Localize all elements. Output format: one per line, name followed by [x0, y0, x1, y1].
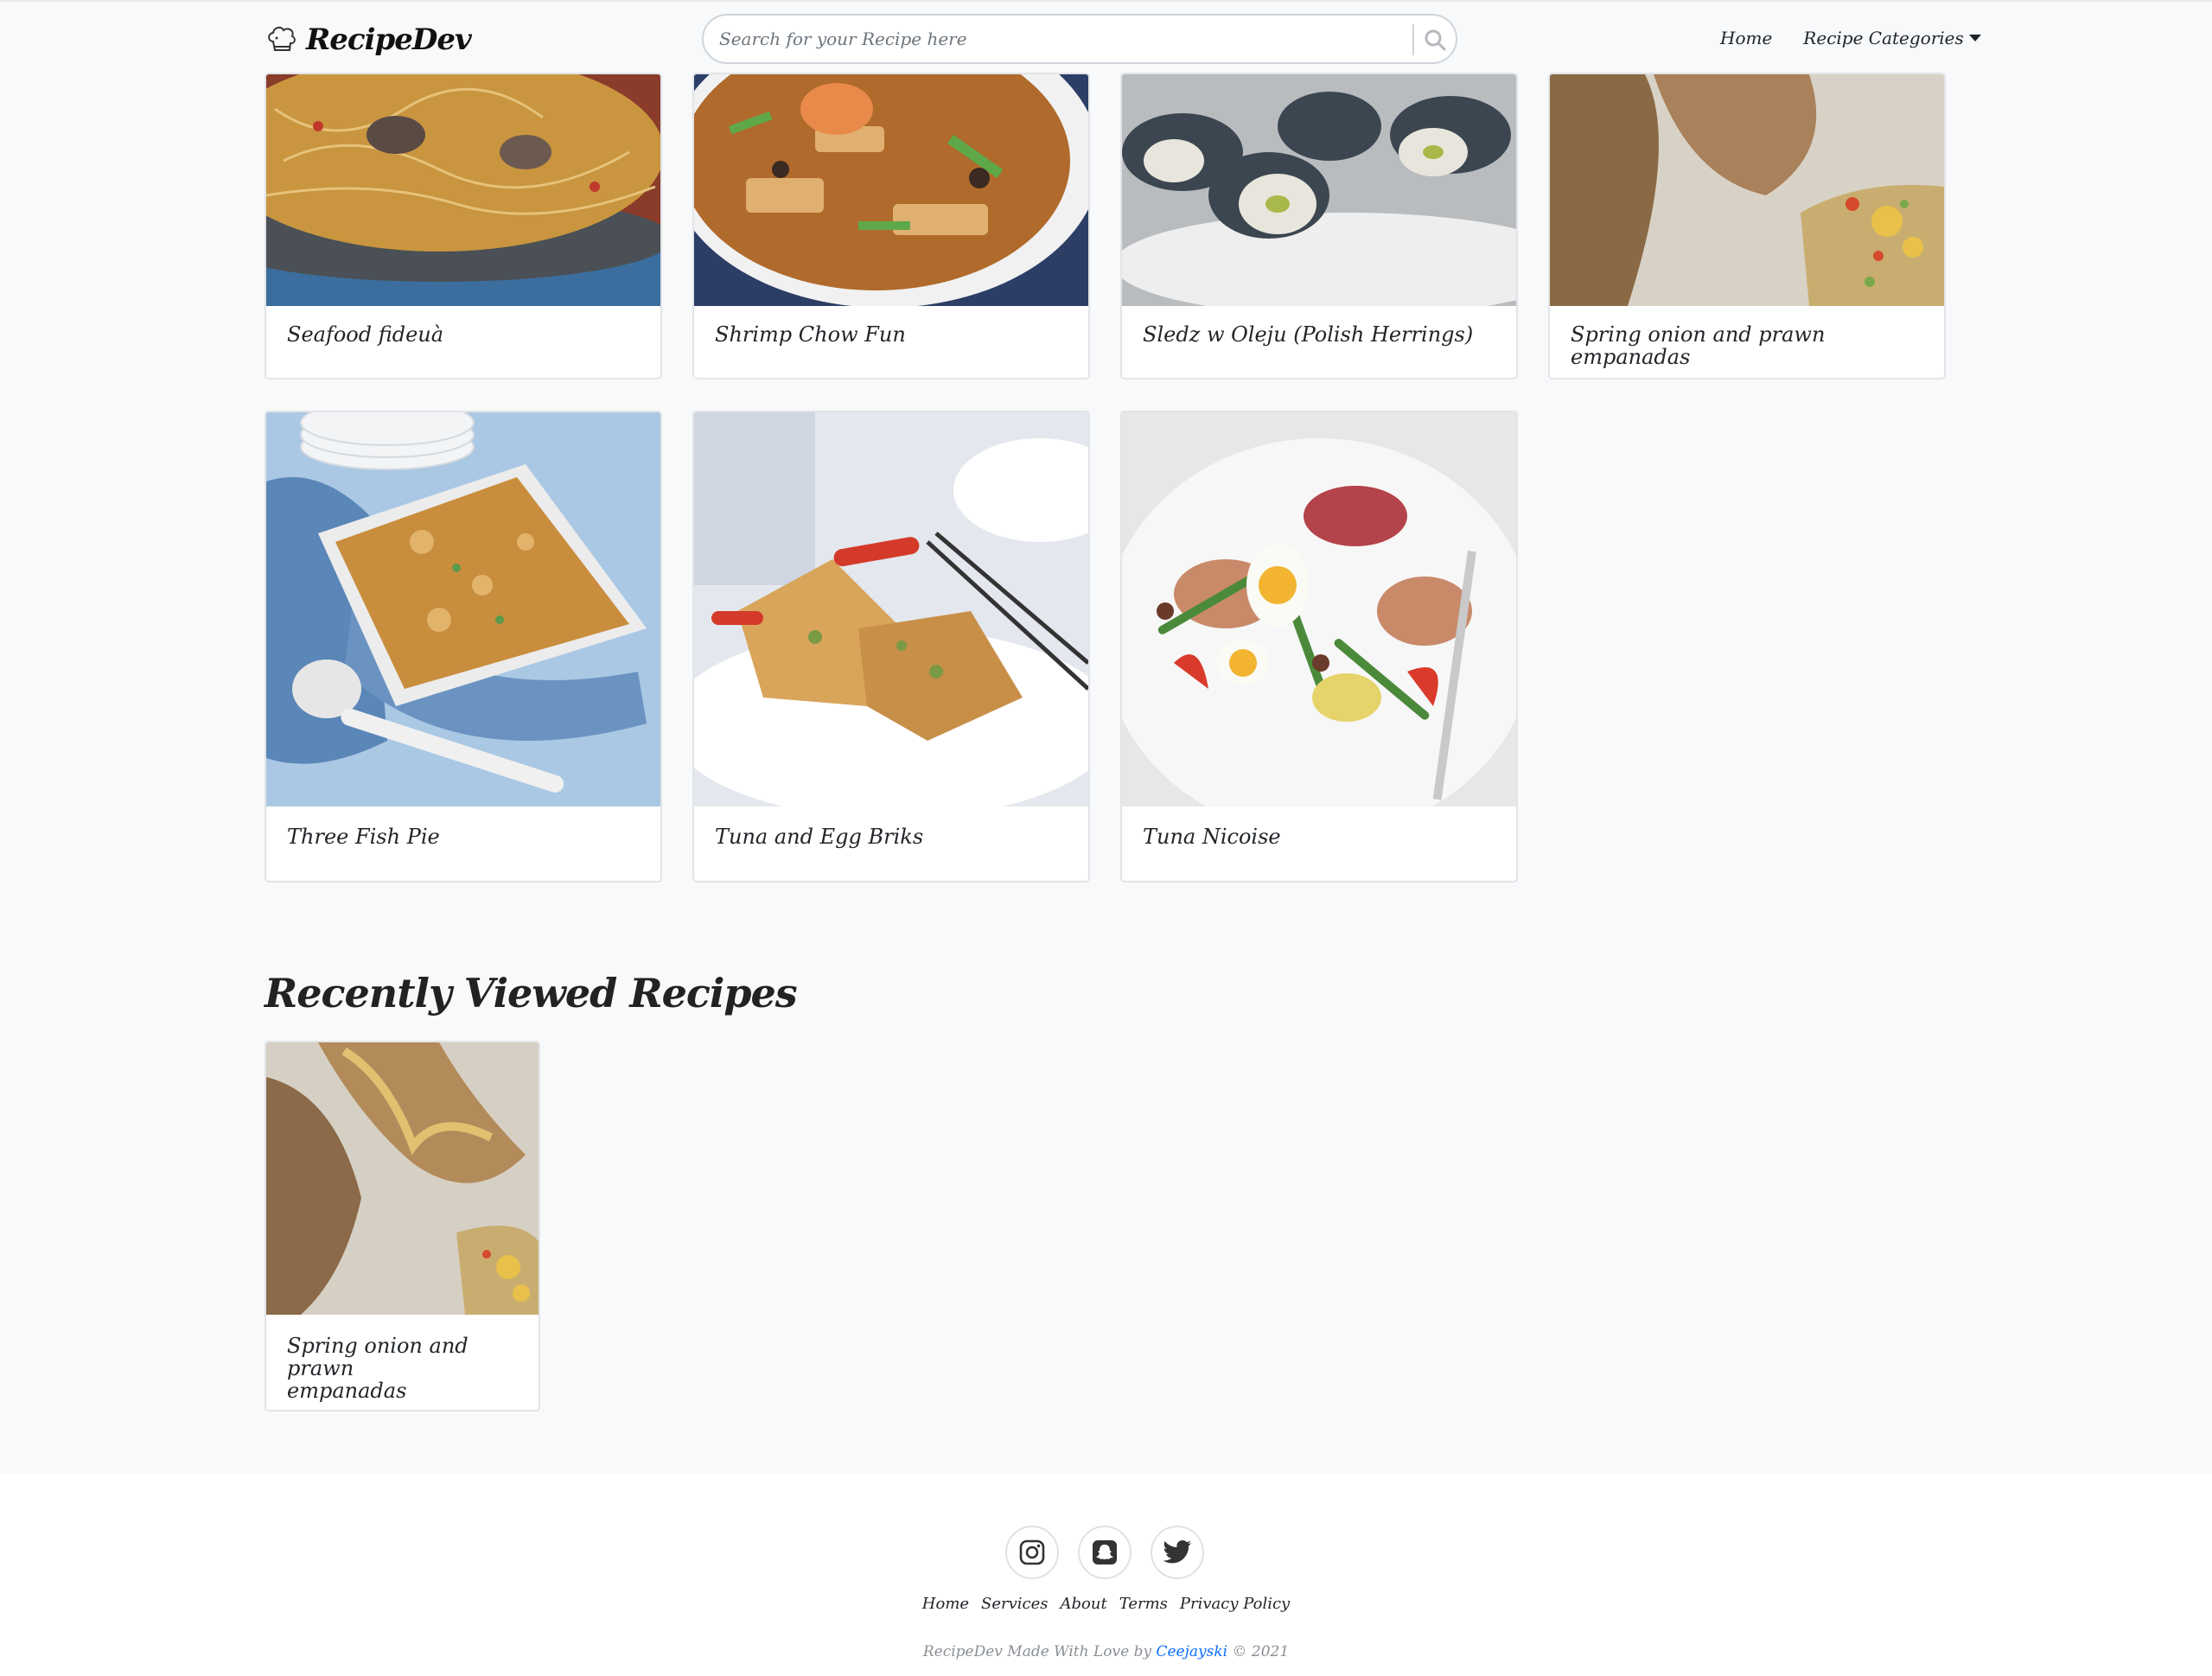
search-icon	[1425, 29, 1446, 51]
navbar: RecipeDev Home Recipe Categories	[0, 0, 2212, 73]
copyright-text: RecipeDev Made With Love by Ceejayski © …	[922, 1643, 1290, 1660]
recipe-card[interactable]: Tuna and Egg Briks	[692, 411, 1090, 883]
footer-link-home[interactable]: Home	[922, 1595, 969, 1613]
recipe-title: Sledz w Oleju (Polish Herrings)	[1143, 322, 1474, 347]
snapchat-link[interactable]	[1078, 1526, 1131, 1579]
search-input[interactable]	[719, 22, 1411, 55]
search-divider	[1412, 24, 1414, 55]
footer: Home Services About Terms Privacy Policy…	[0, 1474, 2212, 1676]
recipe-card[interactable]: Seafood fideuà	[265, 73, 662, 379]
recipe-card[interactable]: Three Fish Pie	[265, 411, 662, 883]
search-button[interactable]	[1418, 22, 1452, 57]
nav-home[interactable]: Home	[1720, 28, 1772, 48]
recipe-image	[266, 412, 660, 806]
nav-recipe-categories-dropdown[interactable]: Recipe Categories	[1803, 28, 1981, 48]
recipe-image	[1122, 412, 1516, 806]
recently-viewed-card[interactable]: Spring onion and prawn empanadas	[265, 1041, 540, 1412]
recipe-title: Spring onion and prawn empanadas	[1571, 322, 1826, 369]
recipe-title: Three Fish Pie	[287, 825, 440, 849]
recipe-title: Tuna and Egg Briks	[715, 825, 924, 849]
footer-link-terms[interactable]: Terms	[1119, 1595, 1168, 1613]
recently-viewed-title: Spring onion and prawn empanadas	[287, 1334, 469, 1403]
instagram-link[interactable]	[1005, 1526, 1059, 1579]
recipe-image	[266, 1042, 539, 1315]
search-bar	[702, 14, 1457, 64]
instagram-icon	[1019, 1539, 1045, 1565]
author-link[interactable]: Ceejayski	[1156, 1643, 1227, 1660]
recipe-title: Seafood fideuà	[287, 322, 444, 347]
recently-viewed-heading: Recently Viewed Recipes	[265, 970, 798, 1016]
twitter-link[interactable]	[1151, 1526, 1204, 1579]
snapchat-icon	[1093, 1540, 1117, 1564]
recipe-card[interactable]: Spring onion and prawn empanadas	[1548, 73, 1946, 379]
footer-link-privacy-policy[interactable]: Privacy Policy	[1180, 1595, 1290, 1613]
footer-link-about[interactable]: About	[1061, 1595, 1107, 1613]
chef-hat-icon	[268, 26, 296, 51]
recipe-title: Shrimp Chow Fun	[715, 322, 906, 347]
recipe-card[interactable]: Tuna Nicoise	[1120, 411, 1518, 883]
recipe-title: Tuna Nicoise	[1143, 825, 1281, 849]
twitter-icon	[1163, 1539, 1191, 1564]
recipe-image	[694, 412, 1088, 806]
recipe-card[interactable]: Sledz w Oleju (Polish Herrings)	[1120, 73, 1518, 379]
brand-link[interactable]: RecipeDev	[265, 19, 472, 61]
footer-link-services[interactable]: Services	[981, 1595, 1048, 1613]
recipe-image	[1550, 74, 1944, 306]
recipe-image	[266, 74, 660, 306]
caret-down-icon	[1968, 35, 1981, 41]
nav-links: Home Recipe Categories	[1720, 22, 1981, 54]
recipe-image	[694, 74, 1088, 306]
recipe-card[interactable]: Shrimp Chow Fun	[692, 73, 1090, 379]
recipe-image	[1122, 74, 1516, 306]
footer-links: Home Services About Terms Privacy Policy	[0, 1595, 2212, 1613]
brand-name: RecipeDev	[306, 22, 472, 57]
